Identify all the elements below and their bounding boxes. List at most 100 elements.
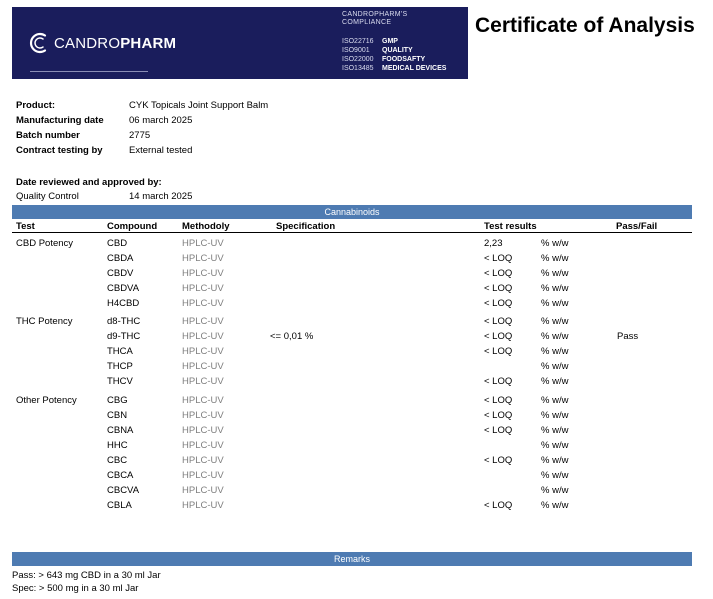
- unit-cell: % w/w: [541, 316, 569, 327]
- test-name-cell: CBD Potency: [16, 238, 74, 249]
- remark-line: Spec: > 500 mg in a 30 ml Jar: [12, 583, 139, 594]
- result-cell: < LOQ: [484, 395, 513, 406]
- header-divider: [12, 232, 692, 233]
- method-cell: HPLC-UV: [182, 485, 224, 496]
- method-cell: HPLC-UV: [182, 395, 224, 406]
- compound-cell: THCP: [107, 361, 133, 372]
- compound-cell: CBDV: [107, 268, 134, 279]
- compound-cell: CBNA: [107, 425, 134, 436]
- compound-cell: CBC: [107, 455, 128, 466]
- method-cell: HPLC-UV: [182, 316, 224, 327]
- specification-cell: <= 0,01 %: [270, 331, 314, 342]
- iso-row: ISO9001 QUALITY: [342, 47, 413, 54]
- product-label: Product:: [16, 100, 56, 111]
- unit-cell: % w/w: [541, 298, 569, 309]
- compound-cell: d8-THC: [107, 316, 141, 327]
- compound-cell: CBDA: [107, 253, 134, 264]
- result-cell: < LOQ: [484, 253, 513, 264]
- column-header-test-results: Test results: [484, 221, 537, 232]
- method-cell: HPLC-UV: [182, 298, 224, 309]
- compound-cell: H4CBD: [107, 298, 140, 309]
- method-cell: HPLC-UV: [182, 440, 224, 451]
- unit-cell: % w/w: [541, 361, 569, 372]
- compound-cell: HHC: [107, 440, 128, 451]
- iso-row: ISO13485 MEDICAL DEVICES: [342, 65, 447, 72]
- unit-cell: % w/w: [541, 410, 569, 421]
- compound-cell: CBCVA: [107, 485, 140, 496]
- column-header-test: Test: [16, 221, 35, 232]
- remarks-section-bar: Remarks: [12, 552, 692, 566]
- brand-banner: CANDROPHARM CANDROPHARM'S COMPLIANCE ISO…: [12, 7, 468, 79]
- compliance-heading: CANDROPHARM'S COMPLIANCE: [342, 11, 408, 26]
- compound-cell: THCV: [107, 376, 133, 387]
- contract-testing-label: Contract testing by: [16, 145, 103, 156]
- unit-cell: % w/w: [541, 425, 569, 436]
- unit-cell: % w/w: [541, 346, 569, 357]
- result-cell: < LOQ: [484, 268, 513, 279]
- method-cell: HPLC-UV: [182, 376, 224, 387]
- column-header-specification: Specification: [276, 221, 336, 232]
- unit-cell: % w/w: [541, 470, 569, 481]
- compound-cell: CBCA: [107, 470, 134, 481]
- manufacturing-date-value: 06 march 2025: [129, 115, 193, 126]
- test-name-cell: THC Potency: [16, 316, 73, 327]
- review-heading: Date reviewed and approved by:: [16, 177, 162, 188]
- unit-cell: % w/w: [541, 455, 569, 466]
- result-cell: < LOQ: [484, 331, 513, 342]
- page-title: Certificate of Analysis: [475, 14, 695, 37]
- iso-row: ISO22716 GMP: [342, 38, 398, 45]
- iso-list: ISO22716 GMP ISO9001 QUALITY ISO22000 FOODS…: [342, 37, 446, 73]
- logo-wordmark: CANDROPHARM: [54, 34, 177, 52]
- result-cell: < LOQ: [484, 425, 513, 436]
- compound-cell: CBN: [107, 410, 128, 421]
- result-cell: < LOQ: [484, 410, 513, 421]
- product-value: CYK Topicals Joint Support Balm: [129, 100, 269, 111]
- method-cell: HPLC-UV: [182, 410, 224, 421]
- unit-cell: % w/w: [541, 268, 569, 279]
- compound-cell: CBD: [107, 238, 128, 249]
- unit-cell: % w/w: [541, 331, 569, 342]
- compound-cell: CBG: [107, 395, 128, 406]
- unit-cell: % w/w: [541, 238, 569, 249]
- method-cell: HPLC-UV: [182, 253, 224, 264]
- result-cell: < LOQ: [484, 283, 513, 294]
- result-cell: < LOQ: [484, 500, 513, 511]
- method-cell: HPLC-UV: [182, 455, 224, 466]
- company-logo: CANDROPHARM: [28, 31, 176, 55]
- result-cell: 2,23: [484, 238, 503, 249]
- method-cell: HPLC-UV: [182, 361, 224, 372]
- method-cell: HPLC-UV: [182, 346, 224, 357]
- pass-fail-cell: Pass: [617, 331, 639, 342]
- method-cell: HPLC-UV: [182, 268, 224, 279]
- compound-cell: d9-THC: [107, 331, 141, 342]
- column-header-method: Methodoly: [182, 221, 230, 232]
- column-header-compound: Compound: [107, 221, 158, 232]
- logo-underline: [30, 71, 148, 72]
- unit-cell: % w/w: [541, 395, 569, 406]
- unit-cell: % w/w: [541, 283, 569, 294]
- contract-testing-value: External tested: [129, 145, 193, 156]
- iso-row: ISO22000 FOODSAFTY: [342, 56, 426, 63]
- method-cell: HPLC-UV: [182, 500, 224, 511]
- result-cell: < LOQ: [484, 346, 513, 357]
- review-label: Quality Control: [16, 191, 79, 202]
- unit-cell: % w/w: [541, 376, 569, 387]
- result-cell: < LOQ: [484, 455, 513, 466]
- method-cell: HPLC-UV: [182, 470, 224, 481]
- compound-cell: THCA: [107, 346, 133, 357]
- unit-cell: % w/w: [541, 440, 569, 451]
- manufacturing-date-label: Manufacturing date: [16, 115, 104, 126]
- method-cell: HPLC-UV: [182, 238, 224, 249]
- result-cell: < LOQ: [484, 376, 513, 387]
- compound-cell: CBLA: [107, 500, 132, 511]
- unit-cell: % w/w: [541, 485, 569, 496]
- method-cell: HPLC-UV: [182, 283, 224, 294]
- compound-cell: CBDVA: [107, 283, 140, 294]
- remark-line: Pass: > 643 mg CBD in a 30 ml Jar: [12, 570, 161, 581]
- column-header-pass-fail: Pass/Fail: [616, 221, 658, 232]
- method-cell: HPLC-UV: [182, 331, 224, 342]
- batch-number-label: Batch number: [16, 130, 80, 141]
- unit-cell: % w/w: [541, 500, 569, 511]
- unit-cell: % w/w: [541, 253, 569, 264]
- cannabinoids-section-bar: Cannabinoids: [12, 205, 692, 219]
